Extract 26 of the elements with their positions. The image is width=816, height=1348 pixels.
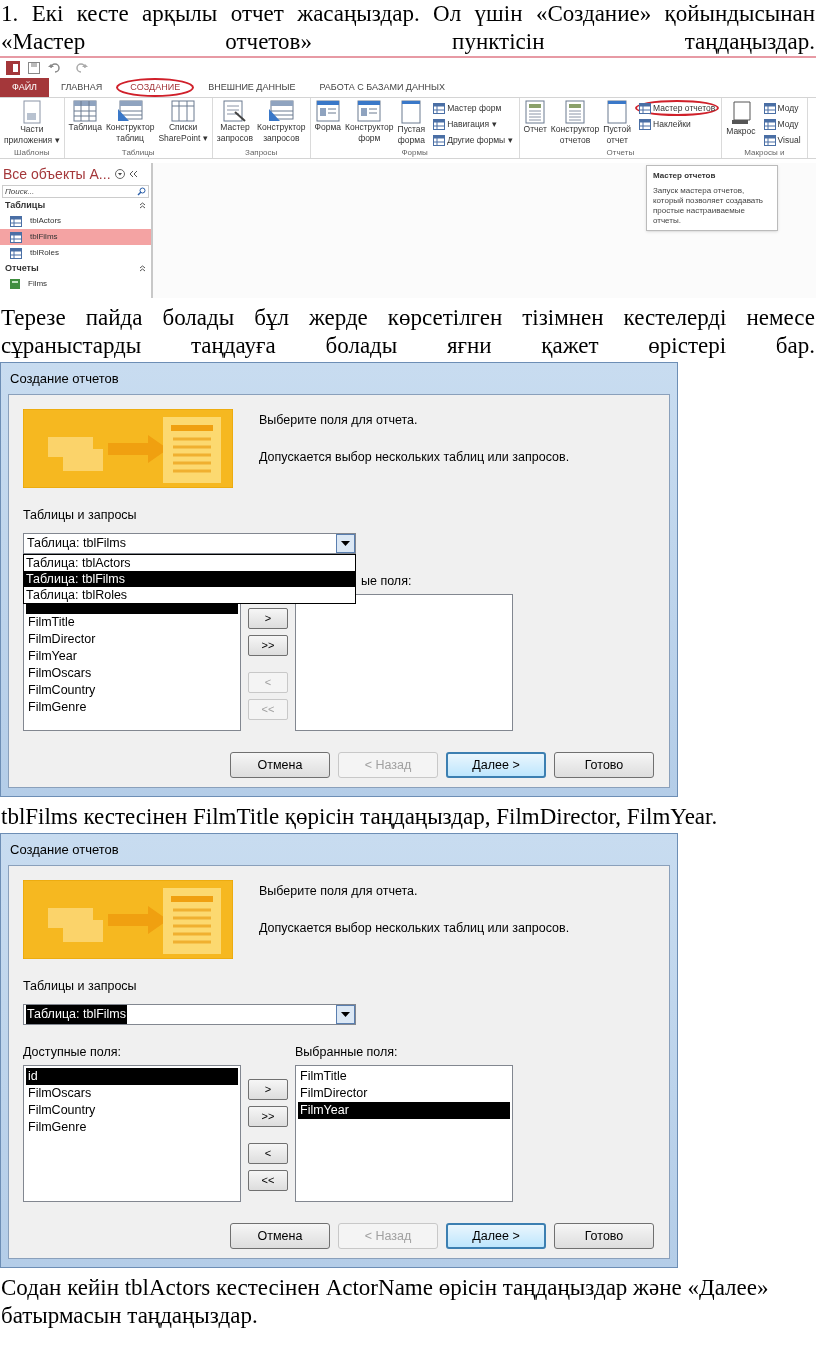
field-label: Выбранные поля: <box>295 1043 398 1059</box>
group-label: Таблицы <box>120 148 156 158</box>
field-label: Таблицы и запросы <box>23 507 138 524</box>
instruction-paragraph: Терезе пайда болады бұл жерде көрсетілген тізімнен кестелерді немесе сұраныстарды таңдауға болады яғни қажет өрістері бар. <box>0 304 816 360</box>
group-label: Шаблоны <box>13 148 51 158</box>
instruction-paragraph: tblFilms кестесінен FilmTitle қөрісін таңдаңыздар, FilmDirector, FilmYear. <box>0 803 719 831</box>
instruction-note: Допускается выбор нескольких таблиц или запросов. <box>259 448 570 466</box>
tooltip-text: Запуск мастера отчетов, который позволяет создавать простые настраиваемые отчеты. <box>653 186 764 226</box>
field-label: Таблицы и запросы <box>23 978 138 995</box>
instruction-heading: Выберите поля для отчета. <box>259 883 419 900</box>
group-label: Макросы и <box>743 148 786 158</box>
tooltip-title: Мастер отчетов <box>653 170 717 182</box>
section-header: Таблицы <box>5 198 46 212</box>
pane-title: Все объекты А... <box>3 164 111 184</box>
dialog-title: Создание отчетов <box>9 840 120 859</box>
group-label: Запросы <box>244 148 279 158</box>
field-label: ые поля: <box>361 572 412 588</box>
instruction-note: Допускается выбор нескольких таблиц или запросов. <box>259 919 570 937</box>
section-header: Отчеты <box>5 261 39 275</box>
dialog-title: Создание отчетов <box>9 369 120 388</box>
instruction-heading: Выберите поля для отчета. <box>259 412 419 429</box>
group-label: Отчеты <box>605 148 636 158</box>
instruction-paragraph: 1. Екі кесте арқылы отчет жасаңыздар. Ол үшін «Создание» қойындысынан «Мастер отчетов» пунктісін таңдаңыздар. <box>0 0 816 56</box>
group-label: Формы <box>400 148 429 158</box>
instruction-paragraph: Содан кейін tblActors кестесінен ActorName өрісін таңдаңыздар және «Далее» батырмасын таңдаңыздар. <box>0 1274 770 1330</box>
field-label: Доступные поля: <box>23 1043 122 1059</box>
